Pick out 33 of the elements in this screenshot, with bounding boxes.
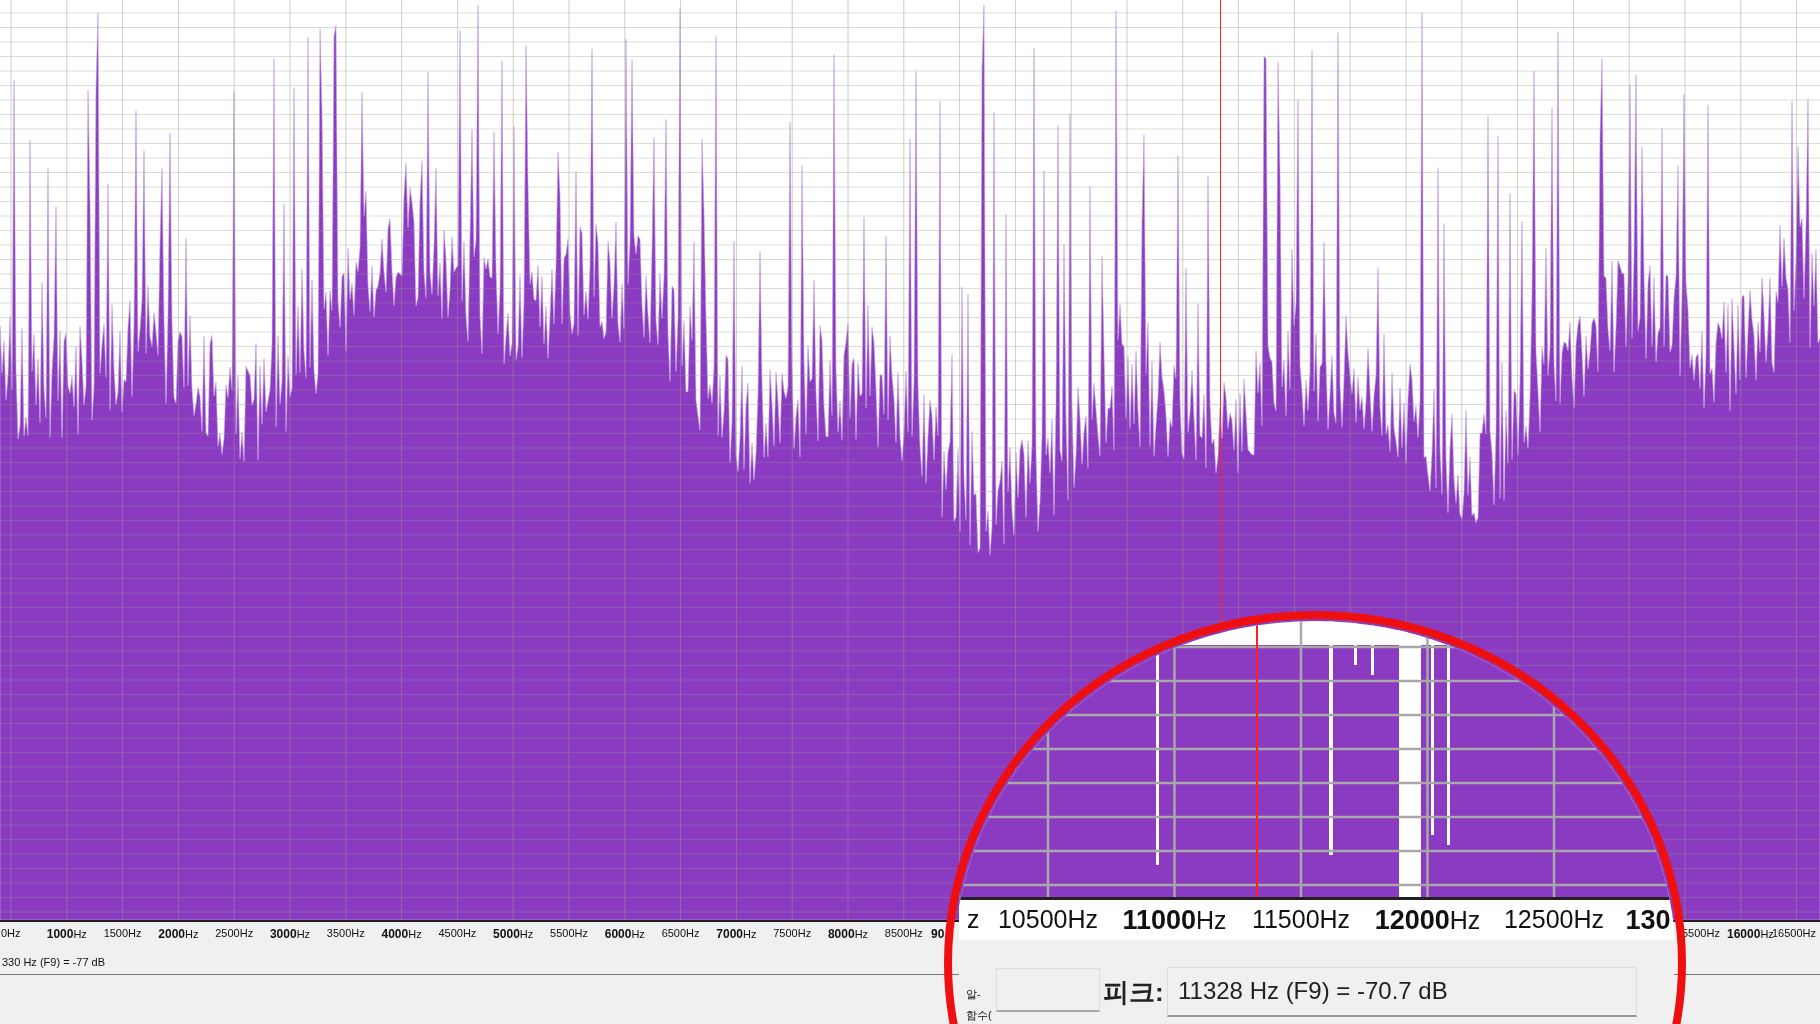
axis-label: 130 (1625, 905, 1671, 936)
axis-label: z (967, 905, 980, 934)
axis-label: 8000Hz (827, 927, 869, 941)
peak-field: 11328 Hz (F9) = -70.7 dB (1167, 967, 1637, 1017)
axis-label: 11000Hz (1122, 905, 1227, 936)
axis-label: 7500Hz (773, 927, 812, 939)
axis-label: 1000Hz (46, 927, 87, 941)
axis-label: 2000Hz (158, 927, 199, 941)
axis-label: 12000Hz (1374, 905, 1481, 936)
axis-label: 0Hz (1, 927, 21, 939)
axis-label: 1500Hz (103, 927, 142, 939)
field-label: 함수( (966, 1008, 992, 1023)
axis-label: 6500Hz (661, 927, 700, 939)
axis-label: 7000Hz (716, 927, 757, 941)
axis-label: 4500Hz (438, 927, 477, 939)
axis-label: 3500Hz (326, 927, 365, 939)
axis-label: 4000Hz (381, 927, 422, 941)
input-field[interactable] (996, 968, 1100, 1012)
axis-label: 5500Hz (550, 927, 588, 939)
axis-label: 90 (931, 927, 945, 941)
axis-label: 5000Hz (493, 927, 534, 941)
axis-label: 12500Hz (1503, 905, 1605, 934)
axis-label: 6000Hz (604, 927, 645, 941)
field-label: 알- (966, 987, 981, 1002)
axis-label: 8500Hz (884, 927, 923, 939)
axis-label: 11500Hz (1251, 905, 1351, 934)
axis-label: 2500Hz (215, 927, 254, 939)
axis-label: 16000Hz (1727, 927, 1774, 941)
axis-label: 10500Hz (997, 905, 1099, 934)
axis-label: 3000Hz (269, 927, 311, 941)
axis-label: 16500Hz (1772, 927, 1817, 939)
status-text: 330 Hz (F9) = -77 dB (2, 956, 106, 968)
peak-label: 피크: (1103, 976, 1164, 1009)
